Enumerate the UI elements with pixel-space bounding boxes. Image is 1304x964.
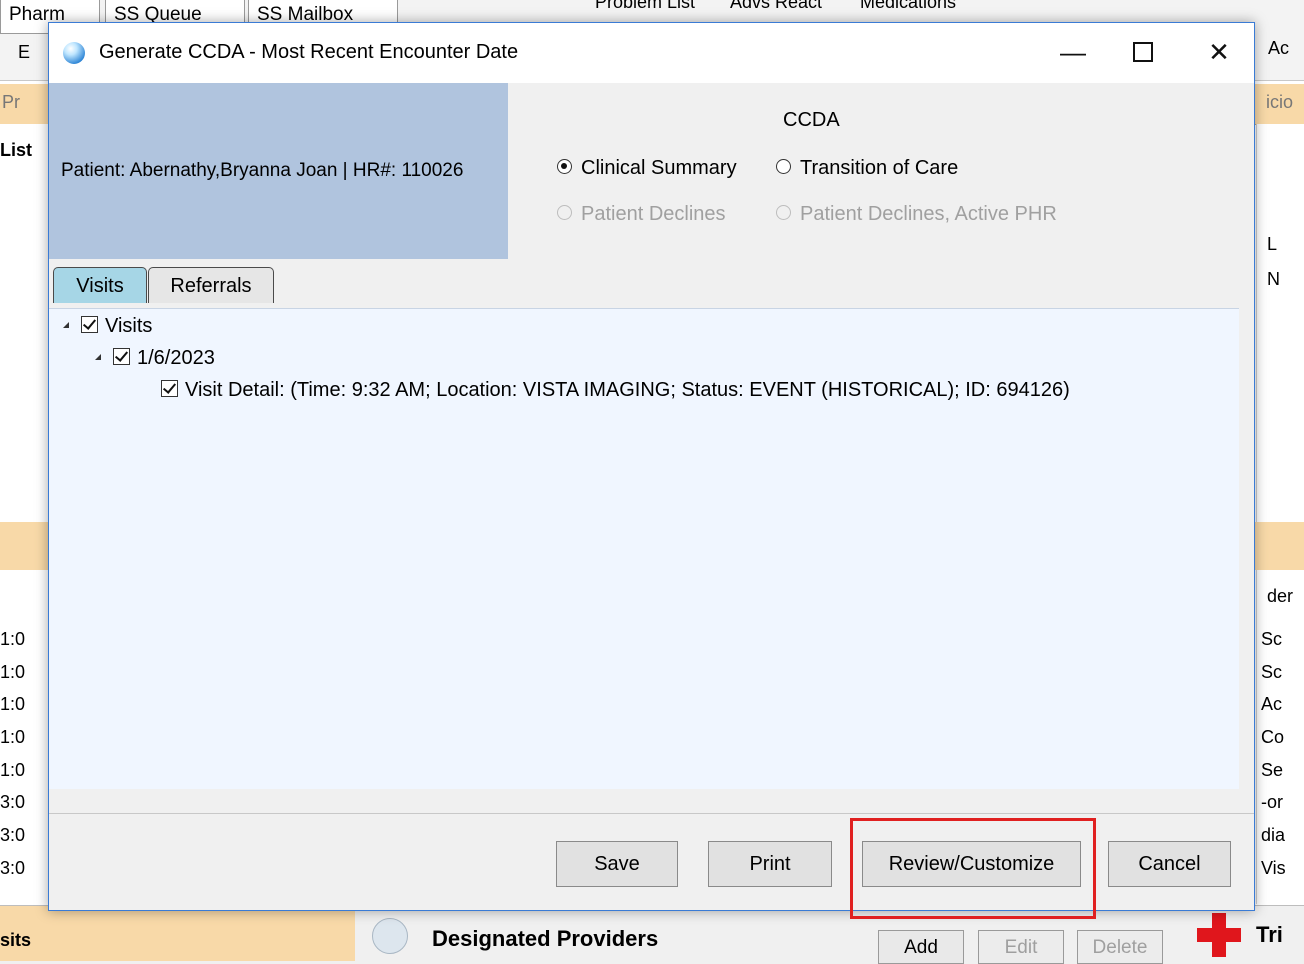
red-cross-icon (1197, 913, 1241, 957)
checkbox-checked-icon[interactable] (161, 380, 178, 398)
designated-providers-heading: Designated Providers (432, 926, 659, 951)
bg-time: 3:0 (0, 792, 26, 812)
bg-time: 1:0 (0, 727, 26, 747)
radio-label: Patient Declines, Active PHR (800, 203, 1057, 225)
bg-right-text: Vis (1261, 858, 1286, 878)
bg-time: 1:0 (0, 662, 26, 682)
tree-node-visit-detail[interactable]: Visit Detail: (Time: 9:32 AM; Location: … (161, 379, 1070, 402)
maximize-icon (1133, 42, 1153, 63)
close-button[interactable]: ✕ (1189, 23, 1249, 83)
bg-visits-label: sits (0, 930, 32, 950)
bg-time: 1:0 (0, 694, 26, 714)
bg-time: 1:0 (0, 629, 26, 649)
checkbox-checked-icon[interactable] (81, 316, 98, 334)
checkbox-checked-icon[interactable] (113, 348, 130, 366)
bg-right-text: Co (1261, 727, 1285, 747)
radio-label: Patient Declines (581, 203, 726, 225)
highlight-annotation-box (850, 818, 1096, 919)
radio-unselected-icon (776, 159, 791, 175)
radio-label: Clinical Summary (581, 157, 737, 179)
bg-right-text: -or (1261, 792, 1283, 812)
bg-add-button[interactable]: Add (878, 930, 964, 964)
bg-list-label: List (0, 140, 33, 160)
radio-transition-of-care[interactable]: Transition of Care (776, 157, 958, 180)
minimize-button[interactable]: — (1043, 23, 1103, 83)
bg-delete-button[interactable]: Delete (1077, 930, 1163, 964)
divider (49, 813, 1254, 814)
bg-left-column: List 1:0 1:0 1:0 1:0 1:0 3:0 3:0 3:0 (0, 124, 49, 904)
bg-right-text: Se (1261, 760, 1284, 780)
bg-left-fragment: E (18, 42, 31, 62)
bg-bottom-visits-panel: sits (0, 906, 355, 961)
tab-referrals[interactable]: Referrals (148, 267, 274, 303)
bg-right-text: Sc (1261, 629, 1283, 649)
print-button[interactable]: Print (708, 841, 832, 887)
bg-edit-button[interactable]: Edit (978, 930, 1064, 964)
patient-info-panel: Patient: Abernathy,Bryanna Joan | HR#: 1… (49, 83, 508, 259)
tab-visits[interactable]: Visits (53, 267, 147, 303)
bg-right-text: der (1267, 586, 1294, 606)
bg-right-text: dia (1261, 825, 1286, 845)
bg-tab-medications[interactable]: Medications (860, 0, 956, 13)
bg-bottom-right-text: Tri (1256, 922, 1283, 947)
save-button[interactable]: Save (556, 841, 678, 887)
bg-tab-problem-list[interactable]: Problem List (595, 0, 695, 13)
tree-node-date[interactable]: 1/6/2023 (95, 347, 215, 370)
bg-right-text: L (1267, 234, 1278, 254)
ccda-heading: CCDA (783, 109, 840, 131)
maximize-button[interactable] (1113, 23, 1173, 83)
bg-time: 3:0 (0, 858, 26, 878)
visits-tree: Visits 1/6/2023 Visit Detail: (Time: 9:3… (49, 308, 1239, 789)
collapse-arrow-icon[interactable] (95, 354, 101, 361)
bg-strip-text: Pr (2, 92, 20, 112)
dialog-titlebar[interactable]: Generate CCDA - Most Recent Encounter Da… (49, 23, 1254, 83)
radio-clinical-summary[interactable]: Clinical Summary (557, 157, 737, 180)
bg-time: 1:0 (0, 760, 26, 780)
bg-top-right-text: Ac (1268, 38, 1290, 58)
app-globe-icon (63, 42, 85, 64)
bg-right-text: Sc (1261, 662, 1283, 682)
bg-right-column: L N der Sc Sc Ac Co Se -or dia Vis (1256, 124, 1304, 904)
bg-right-text: Ac (1261, 694, 1283, 714)
radio-disabled-icon (557, 205, 572, 221)
bg-right-text: N (1267, 269, 1280, 289)
tree-node-label: 1/6/2023 (137, 347, 215, 369)
collapse-arrow-icon[interactable] (63, 322, 69, 329)
bg-tab-advs-react[interactable]: Advs React (730, 0, 822, 13)
patient-label: Patient: Abernathy,Bryanna Joan | HR#: 1… (61, 160, 464, 181)
tree-node-label: Visits (105, 315, 153, 337)
dialog-title: Generate CCDA - Most Recent Encounter Da… (99, 41, 519, 63)
radio-patient-declines[interactable]: Patient Declines (557, 203, 726, 226)
tree-node-visits[interactable]: Visits (63, 315, 152, 338)
bg-time: 3:0 (0, 825, 26, 845)
radio-patient-declines-active-phr[interactable]: Patient Declines, Active PHR (776, 203, 1057, 226)
radio-disabled-icon (776, 205, 791, 221)
tree-node-label: Visit Detail: (Time: 9:32 AM; Location: … (185, 379, 1070, 401)
bg-strip-right-text: icio (1266, 92, 1294, 112)
radio-selected-icon (557, 159, 572, 175)
radio-label: Transition of Care (800, 157, 959, 179)
generate-ccda-dialog: Generate CCDA - Most Recent Encounter Da… (48, 22, 1255, 919)
provider-icon (372, 918, 408, 954)
cancel-button[interactable]: Cancel (1108, 841, 1231, 887)
